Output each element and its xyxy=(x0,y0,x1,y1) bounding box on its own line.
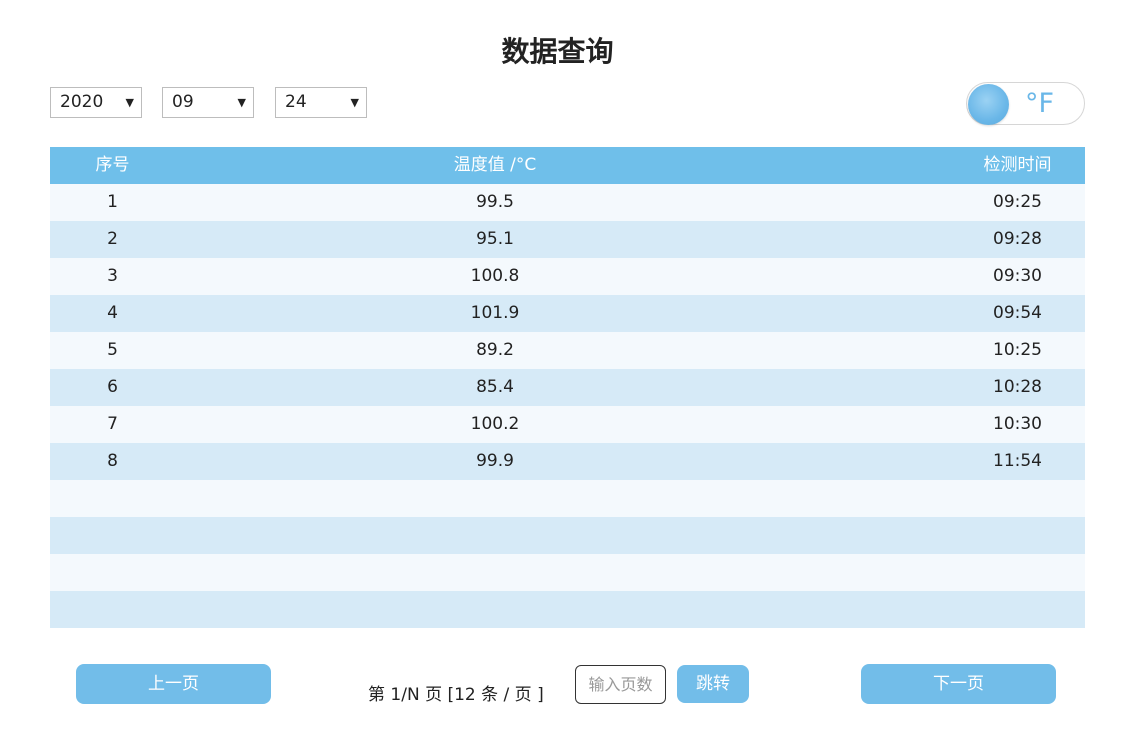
cell-temperature: 85.4 xyxy=(476,377,514,397)
cell-index: 6 xyxy=(107,377,118,397)
cell-index: 5 xyxy=(107,340,118,360)
header-temperature: 温度值 /°C xyxy=(453,155,537,175)
cell-temperature: 95.1 xyxy=(476,229,514,249)
table-row: 8 99.9 11:54 xyxy=(50,443,1085,480)
table-header: 序号 温度值 /°C 检测时间 xyxy=(50,147,1085,184)
cell-index: 4 xyxy=(107,303,118,323)
table-row xyxy=(50,554,1085,591)
cell-temperature: 101.9 xyxy=(470,303,520,323)
cell-temperature: 99.5 xyxy=(476,192,514,212)
cell-index: 7 xyxy=(107,414,118,434)
cell-index xyxy=(50,554,175,591)
cell-temperature xyxy=(175,554,950,591)
cell-temperature xyxy=(175,480,950,517)
unit-toggle-label: °F xyxy=(1025,88,1055,119)
table-row xyxy=(50,517,1085,554)
page-title: 数据查询 xyxy=(501,35,614,68)
cell-time: 09:54 xyxy=(993,303,1042,323)
cell-time: 09:25 xyxy=(993,192,1042,212)
cell-temperature: 100.8 xyxy=(470,266,520,286)
day-select-value: 24 xyxy=(285,92,307,112)
cell-time: 10:25 xyxy=(993,340,1042,360)
header-time: 检测时间 xyxy=(983,155,1052,175)
table-row: 1 99.5 09:25 xyxy=(50,184,1085,221)
month-select-value: 09 xyxy=(172,92,194,112)
cell-time: 09:30 xyxy=(993,266,1042,286)
cell-time xyxy=(950,554,1085,591)
cell-temperature: 89.2 xyxy=(476,340,514,360)
cell-time: 11:54 xyxy=(993,451,1042,471)
cell-index: 1 xyxy=(107,192,118,212)
table-row: 5 89.2 10:25 xyxy=(50,332,1085,369)
toggle-knob xyxy=(968,84,1009,125)
page-number-input[interactable] xyxy=(575,665,666,704)
table-row: 6 85.4 10:28 xyxy=(50,369,1085,406)
table-row: 4 101.9 09:54 xyxy=(50,295,1085,332)
cell-index xyxy=(50,517,175,554)
chevron-down-icon: ▼ xyxy=(237,96,246,109)
prev-page-button[interactable]: 上一页 xyxy=(76,664,271,704)
year-select-value: 2020 xyxy=(60,92,104,112)
jump-button[interactable]: 跳转 xyxy=(677,665,749,703)
year-select[interactable]: 2020 ▼ xyxy=(50,87,142,118)
cell-time: 09:28 xyxy=(993,229,1042,249)
cell-index: 2 xyxy=(107,229,118,249)
cell-temperature: 100.2 xyxy=(470,414,520,434)
cell-time xyxy=(950,517,1085,554)
table-row xyxy=(50,591,1085,628)
cell-temperature: 99.9 xyxy=(476,451,514,471)
table-row: 3 100.8 09:30 xyxy=(50,258,1085,295)
header-index: 序号 xyxy=(95,155,130,175)
cell-time: 10:30 xyxy=(993,414,1042,434)
cell-temperature xyxy=(175,517,950,554)
data-table: 序号 温度值 /°C 检测时间 1 99.5 09:25 2 95.1 09:28 3 100… xyxy=(50,147,1085,628)
month-select[interactable]: 09 ▼ xyxy=(162,87,254,118)
cell-temperature xyxy=(175,591,950,628)
data-query-page: 数据查询 2020 ▼ 09 ▼ 24 ▼ °F 序号 温度值 /°C 检测时间… xyxy=(0,0,1135,737)
unit-toggle[interactable]: °F xyxy=(966,82,1085,125)
page-info: 第 1/N 页 [12 条 / 页 ] xyxy=(368,685,544,705)
table-row: 7 100.2 10:30 xyxy=(50,406,1085,443)
table-body: 1 99.5 09:25 2 95.1 09:28 3 100.8 09:30 4 101.9 09:… xyxy=(50,184,1085,628)
cell-time xyxy=(950,591,1085,628)
chevron-down-icon: ▼ xyxy=(350,96,359,109)
cell-index xyxy=(50,591,175,628)
table-row: 2 95.1 09:28 xyxy=(50,221,1085,258)
chevron-down-icon: ▼ xyxy=(125,96,134,109)
next-page-button[interactable]: 下一页 xyxy=(861,664,1056,704)
cell-time xyxy=(950,480,1085,517)
cell-index xyxy=(50,480,175,517)
cell-index: 3 xyxy=(107,266,118,286)
cell-index: 8 xyxy=(107,451,118,471)
table-row xyxy=(50,480,1085,517)
cell-time: 10:28 xyxy=(993,377,1042,397)
day-select[interactable]: 24 ▼ xyxy=(275,87,367,118)
